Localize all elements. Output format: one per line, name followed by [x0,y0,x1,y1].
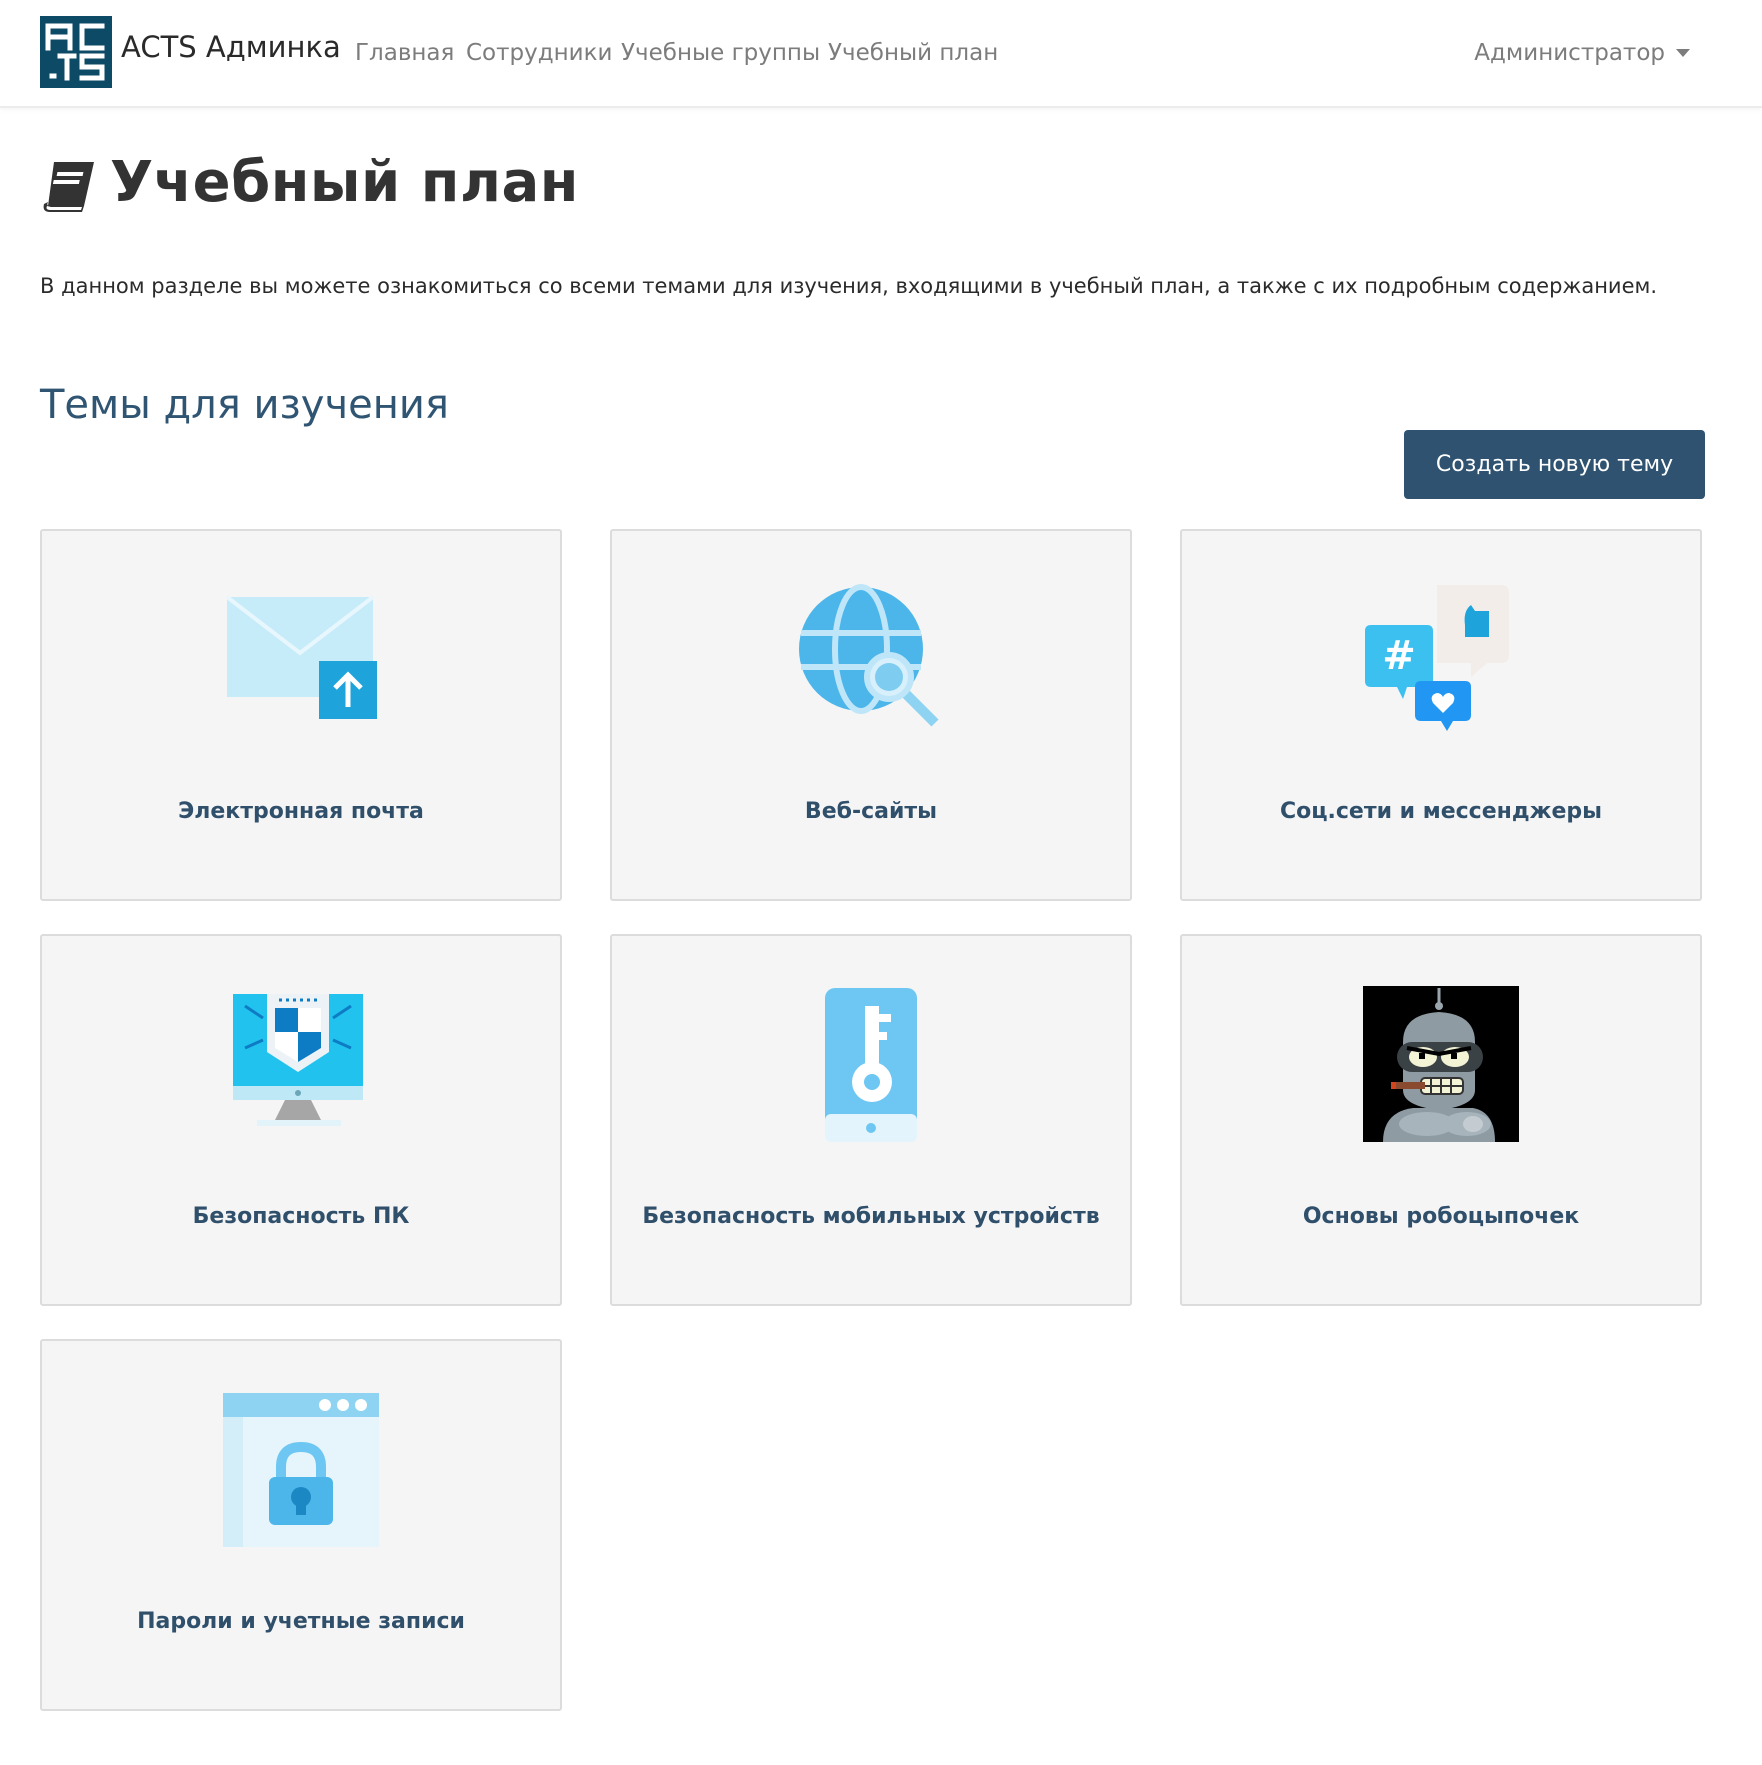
navbar: ACTS Админка Главная Сотрудники Учебные … [0,0,1762,108]
nav-link-home[interactable]: Главная [355,40,454,66]
page-title: Учебный план [110,150,579,215]
topic-title: Основы робоцыпочек [1302,1204,1580,1229]
topic-card-email[interactable]: Электронная почта [40,529,562,901]
topic-card-robot[interactable]: Основы робоцыпочек [1180,934,1702,1306]
topic-title: Веб-сайты [804,799,938,824]
section-title: Темы для изучения [40,382,449,428]
phone-key-icon [825,988,917,1142]
topic-title: Электронная почта [178,799,424,824]
topic-card-social[interactable]: # Соц.сети и мессенджеры [1180,529,1702,901]
globe-search-icon [799,584,939,727]
browser-lock-icon [223,1393,379,1547]
page-intro-text: В данном разделе вы можете ознакомиться … [40,274,1658,298]
book-icon [43,162,94,212]
svg-text:#: # [1382,633,1416,679]
topic-title: Безопасность мобильных устройств [642,1204,1100,1229]
user-menu-dropdown[interactable]: Администратор [1474,40,1665,66]
create-topic-button[interactable]: Создать новую тему [1404,430,1705,499]
topic-card-mobile-security[interactable]: Безопасность мобильных устройств [610,934,1132,1306]
topic-title: Пароли и учетные записи [137,1609,465,1634]
robot-image [1363,986,1519,1142]
monitor-shield-icon [233,994,363,1126]
email-upload-icon [225,595,377,719]
topic-card-websites[interactable]: Веб-сайты [610,529,1132,901]
nav-link-study-groups[interactable]: Учебные группы [621,40,820,66]
topic-title: Соц.сети и мессенджеры [1279,799,1603,824]
social-chat-icon: # [1365,585,1509,731]
acts-logo[interactable] [40,16,112,88]
acts-logo-mark [40,16,112,88]
nav-link-curriculum[interactable]: Учебный план [828,40,998,66]
chevron-down-icon[interactable] [1676,49,1690,57]
topic-card-passwords[interactable]: Пароли и учетные записи [40,1339,562,1711]
nav-link-employees[interactable]: Сотрудники [466,40,612,66]
brand-name[interactable]: ACTS Админка [121,30,341,64]
topic-title: Безопасность ПК [192,1204,410,1229]
topic-card-pc-security[interactable]: Безопасность ПК [40,934,562,1306]
